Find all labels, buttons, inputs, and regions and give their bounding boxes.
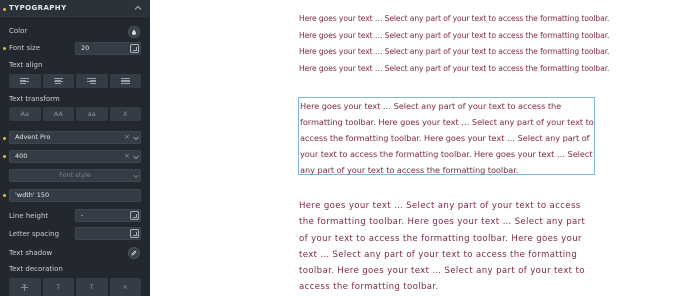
line-height-value: - — [81, 211, 84, 219]
typography-section-header[interactable]: TYPOGRAPHY — [0, 0, 150, 19]
text-line: Here goes your text … Select any part of… — [299, 14, 610, 23]
overline-icon: T — [89, 283, 94, 291]
text-line: your text to access the formatting toolb… — [300, 149, 593, 160]
align-justify-button[interactable] — [109, 74, 141, 88]
transform-none-label: X — [123, 110, 128, 118]
decoration-none-button[interactable]: × — [109, 278, 141, 296]
font-variation-value: 'wdth' 150 — [15, 191, 50, 199]
clear-font-weight-icon[interactable]: × — [124, 152, 130, 160]
transform-capitalize-button[interactable]: Aa — [9, 107, 41, 121]
text-block-1[interactable]: Here goes your text … Select any part of… — [299, 11, 610, 77]
text-line: formatting toolbar. Here goes your text … — [300, 117, 594, 128]
transform-lowercase-button[interactable]: aa — [76, 107, 108, 121]
line-height-unit-icon[interactable] — [130, 211, 139, 220]
decoration-none-icon: × — [122, 283, 128, 291]
chevron-down-icon[interactable] — [132, 153, 140, 161]
droplet-icon — [132, 29, 136, 35]
letter-spacing-unit-icon[interactable] — [130, 229, 139, 238]
font-size-value: 20 — [81, 44, 90, 52]
text-decoration-label: Text decoration — [9, 265, 63, 273]
text-shadow-label: Text shadow — [9, 249, 53, 257]
font-size-unit-icon[interactable] — [130, 44, 139, 53]
font-variation-input[interactable]: 'wdth' 150 — [9, 189, 141, 202]
modified-indicator-dot — [3, 137, 6, 140]
chevron-down-icon[interactable] — [132, 172, 140, 180]
text-line: text … Select any part of your text to a… — [299, 249, 578, 260]
text-block-2-selected[interactable]: Here goes your text … Select any part of… — [300, 98, 595, 178]
color-label: Color — [9, 27, 28, 35]
modified-indicator-dot — [3, 47, 6, 50]
text-line: access the formatting toolbar. — [299, 282, 439, 293]
text-line: toolbar. Here goes your text … Select an… — [299, 266, 585, 277]
text-line: the formatting toolbar. Here goes your t… — [299, 217, 586, 228]
transform-uppercase-button[interactable]: AA — [42, 107, 74, 121]
font-weight-select[interactable]: 400 — [9, 150, 141, 163]
text-align-group — [9, 74, 141, 88]
text-decoration-group: T T × — [9, 278, 141, 296]
decoration-strikethrough-button[interactable] — [9, 278, 41, 296]
font-style-placeholder: Font style — [59, 171, 91, 179]
font-weight-value: 400 — [15, 152, 28, 160]
typography-panel: TYPOGRAPHY Color Font size 20 Text align… — [0, 0, 150, 296]
align-justify-icon — [120, 78, 130, 84]
letter-spacing-label: Letter spacing — [9, 230, 60, 238]
chevron-up-icon[interactable] — [133, 3, 143, 13]
font-family-value: Advent Pro — [15, 133, 51, 141]
text-line: of your text to access the formatting to… — [299, 233, 582, 244]
transform-none-button[interactable]: X — [109, 107, 141, 121]
modified-indicator-dot — [3, 8, 6, 11]
text-line: Here goes your text … Select any part of… — [299, 30, 610, 40]
decoration-underline-button[interactable]: T — [42, 278, 74, 296]
transform-capitalize-label: Aa — [20, 110, 29, 118]
text-line: Here goes your text … Select any part of… — [300, 101, 562, 111]
align-right-button[interactable] — [76, 74, 108, 88]
text-line: any part of your text to access the form… — [300, 165, 519, 176]
modified-indicator-dot — [3, 155, 6, 158]
text-line: Here goes your text … Select any part of… — [299, 201, 581, 211]
clear-font-family-icon[interactable]: × — [124, 133, 130, 141]
text-line: access the formatting toolbar. Here goes… — [300, 133, 590, 144]
text-shadow-edit-button[interactable] — [128, 247, 140, 259]
text-transform-label: Text transform — [9, 95, 60, 103]
text-align-label: Text align — [9, 61, 43, 69]
align-left-button[interactable] — [9, 74, 41, 88]
strikethrough-icon — [21, 284, 29, 291]
align-center-icon — [53, 78, 63, 84]
chevron-down-icon[interactable] — [132, 134, 140, 142]
text-transform-group: Aa AA aa X — [9, 107, 141, 121]
decoration-overline-button[interactable]: T — [76, 278, 108, 296]
text-block-3[interactable]: Here goes your text … Select any part of… — [299, 198, 599, 296]
font-style-select[interactable]: Font style — [9, 169, 141, 182]
transform-uppercase-label: AA — [53, 110, 63, 118]
text-line: Here goes your text … Select any part of… — [299, 63, 610, 73]
underline-icon: T — [56, 283, 61, 291]
font-family-select[interactable]: Advent Pro — [9, 131, 141, 144]
color-picker-button[interactable] — [128, 26, 140, 38]
text-line: Here goes your text … Select any part of… — [299, 47, 610, 56]
align-center-button[interactable] — [42, 74, 74, 88]
align-right-icon — [87, 78, 97, 84]
line-height-label: Line height — [9, 212, 49, 220]
modified-indicator-dot — [3, 194, 6, 197]
section-title: TYPOGRAPHY — [9, 4, 67, 12]
transform-lowercase-label: aa — [87, 110, 96, 118]
pencil-icon — [131, 250, 137, 256]
editor-canvas[interactable]: Here goes your text … Select any part of… — [150, 0, 690, 296]
align-left-icon — [20, 78, 30, 84]
font-size-label: Font size — [9, 44, 41, 52]
